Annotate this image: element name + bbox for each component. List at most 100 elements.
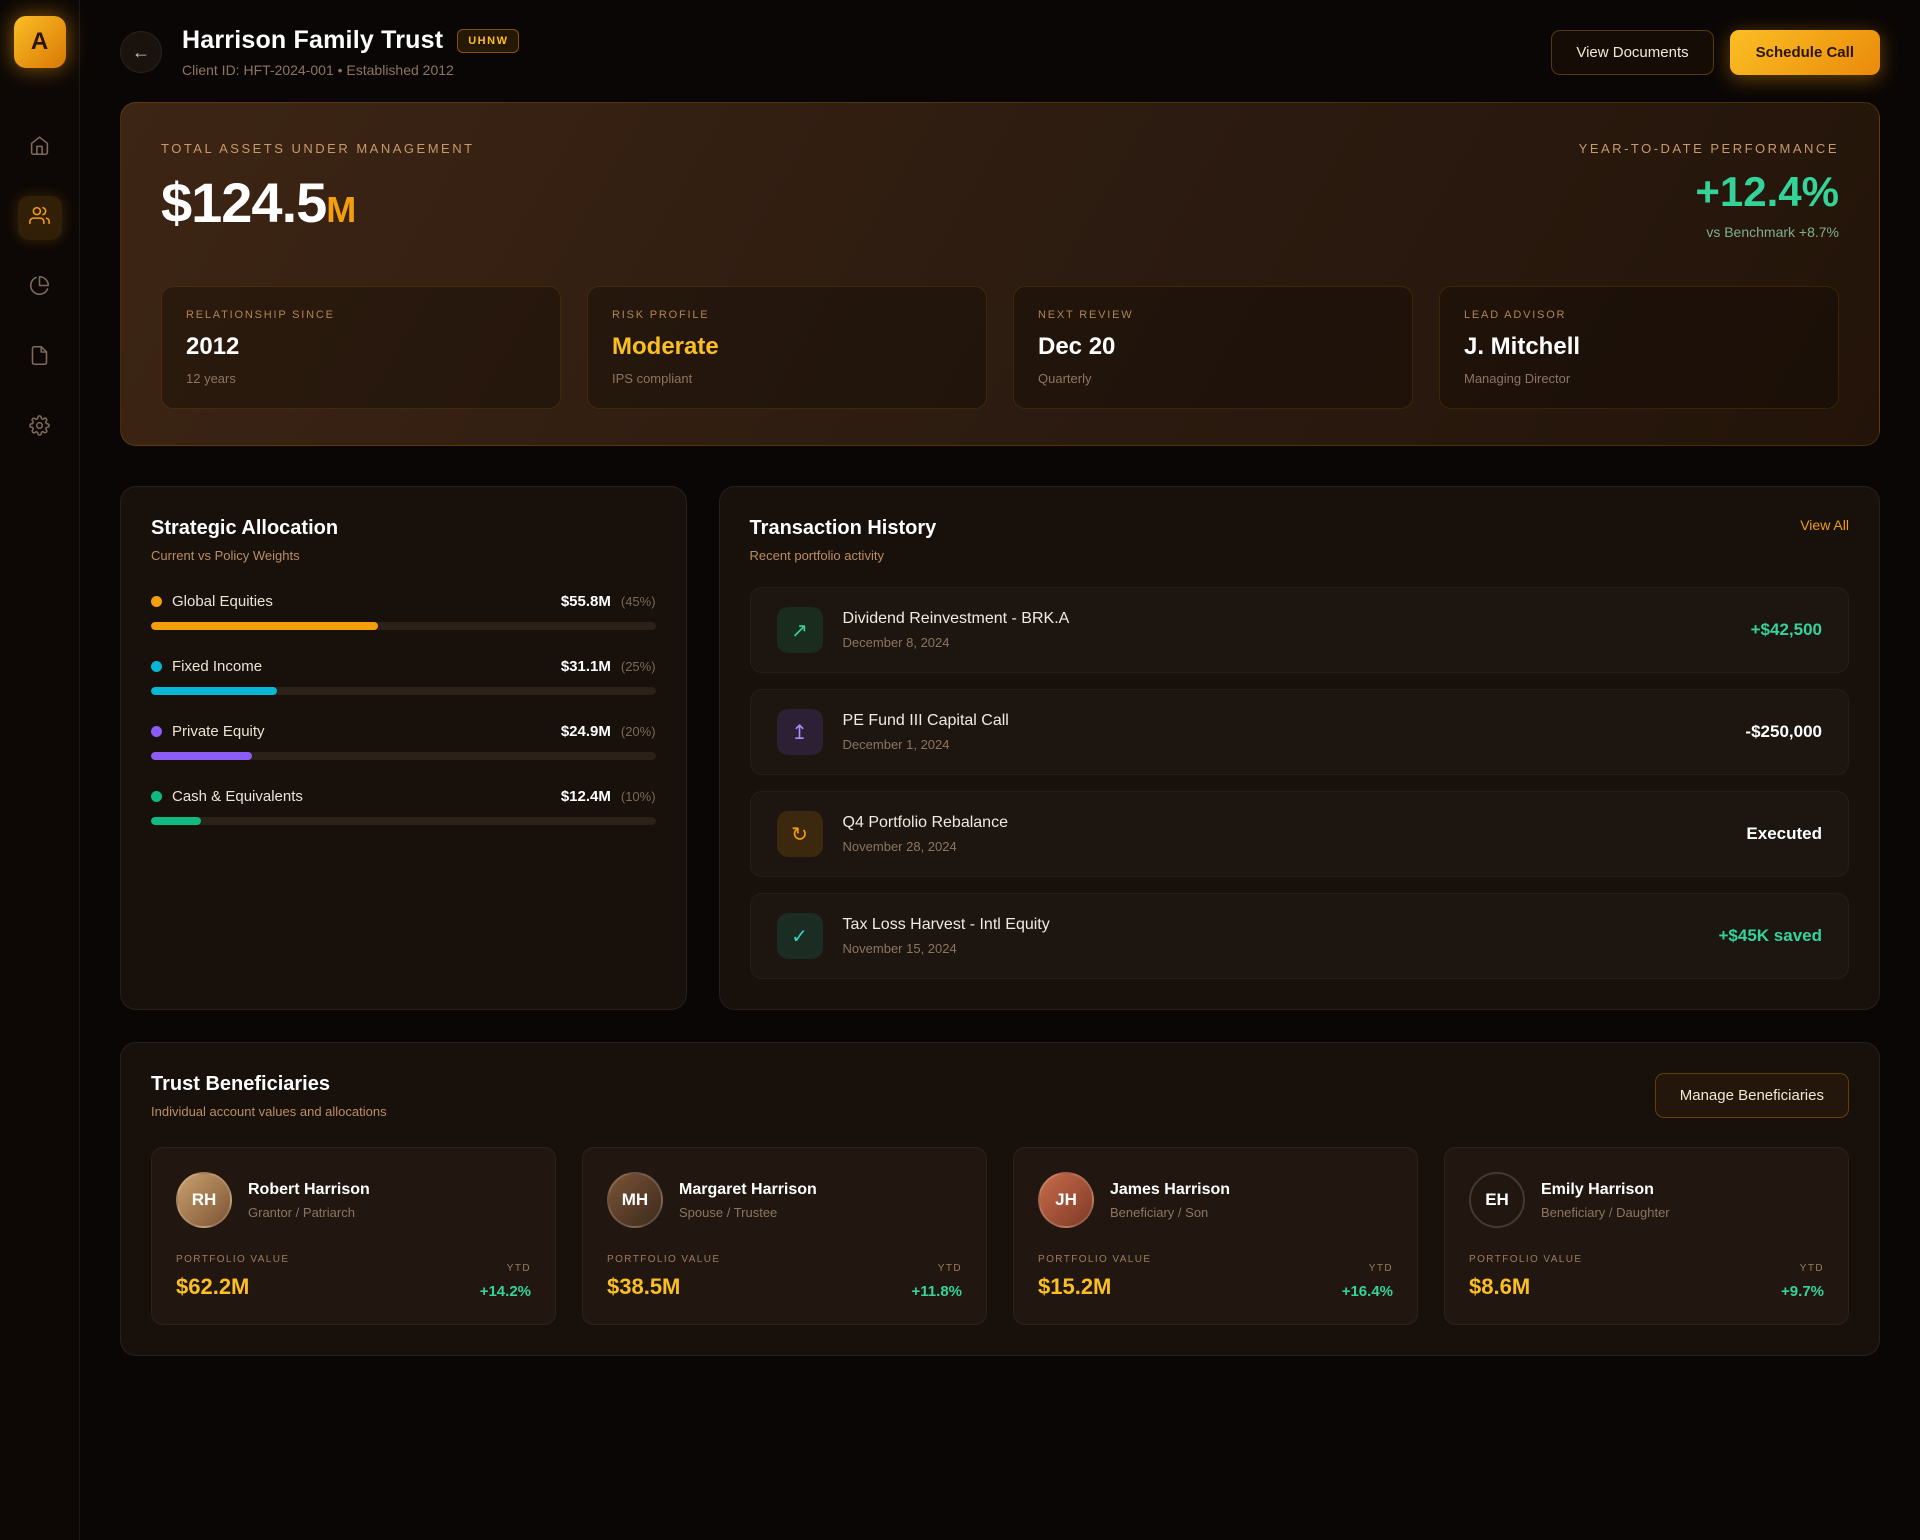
portfolio-value-label: PORTFOLIO VALUE — [1469, 1254, 1582, 1265]
avatar: JH — [1038, 1172, 1094, 1228]
stat-value: Dec 20 — [1038, 333, 1388, 361]
hero-stats: RELATIONSHIP SINCE 2012 12 years RISK PR… — [161, 286, 1839, 409]
transaction-row[interactable]: Q4 Portfolio Rebalance November 28, 2024… — [750, 791, 1849, 877]
allocation-value: $31.1M — [561, 658, 611, 675]
summary-hero-card: TOTAL ASSETS UNDER MANAGEMENT $124.5M YE… — [120, 102, 1880, 446]
schedule-call-button[interactable]: Schedule Call — [1730, 30, 1880, 75]
portfolio-value: $15.2M — [1038, 1274, 1151, 1300]
sidebar-item-portfolio[interactable] — [18, 266, 62, 310]
stat-card: LEAD ADVISOR J. Mitchell Managing Direct… — [1439, 286, 1839, 409]
allocation-color-dot — [151, 661, 162, 672]
beneficiary-card[interactable]: JH James Harrison Beneficiary / Son PORT… — [1013, 1147, 1418, 1325]
ytd-benchmark: vs Benchmark +8.7% — [1579, 224, 1839, 240]
sidebar-item-settings[interactable] — [18, 406, 62, 450]
stat-card: RISK PROFILE Moderate IPS compliant — [587, 286, 987, 409]
transaction-row[interactable]: Tax Loss Harvest - Intl Equity November … — [750, 893, 1849, 979]
allocation-value: $12.4M — [561, 788, 611, 805]
stat-sub: Managing Director — [1464, 371, 1814, 386]
back-button[interactable]: ← — [120, 31, 162, 73]
transaction-history-panel: Transaction History Recent portfolio act… — [719, 486, 1880, 1010]
view-all-link[interactable]: View All — [1800, 517, 1849, 533]
strategic-allocation-panel: Strategic Allocation Current vs Policy W… — [120, 486, 687, 1010]
allocation-value: $24.9M — [561, 723, 611, 740]
beneficiary-identity: Emily Harrison Beneficiary / Daughter — [1541, 1181, 1670, 1220]
beneficiary-card[interactable]: RH Robert Harrison Grantor / Patriarch P… — [151, 1147, 556, 1325]
stat-sub: 12 years — [186, 371, 536, 386]
app-logo[interactable]: A — [14, 16, 66, 68]
avatar: EH — [1469, 1172, 1525, 1228]
portfolio-value: $8.6M — [1469, 1274, 1582, 1300]
beneficiary-identity: James Harrison Beneficiary / Son — [1110, 1181, 1230, 1220]
allocation-percent: (10%) — [621, 789, 656, 804]
allocation-label: Global Equities — [172, 593, 551, 610]
ytd-block: YTD +14.2% — [480, 1263, 531, 1300]
transaction-title: Q4 Portfolio Rebalance — [843, 814, 1727, 832]
allocation-label: Private Equity — [172, 723, 551, 740]
page-header: ← Harrison Family Trust UHNW Client ID: … — [120, 0, 1880, 102]
ytd-value: +9.7% — [1781, 1283, 1824, 1300]
transaction-icon-box — [777, 709, 823, 755]
transaction-date: November 15, 2024 — [843, 941, 1699, 956]
aum-block: TOTAL ASSETS UNDER MANAGEMENT $124.5M — [161, 141, 475, 235]
allocation-list: Global Equities $55.8M (45%) — [151, 593, 656, 825]
beneficiaries-panel: Trust Beneficiaries Individual account v… — [120, 1042, 1880, 1356]
beneficiary-card[interactable]: EH Emily Harrison Beneficiary / Daughter… — [1444, 1147, 1849, 1325]
transaction-date: December 1, 2024 — [843, 737, 1726, 752]
portfolio-value-block: PORTFOLIO VALUE $62.2M — [176, 1254, 289, 1300]
transaction-date: November 28, 2024 — [843, 839, 1727, 854]
allocation-bar-track — [151, 752, 656, 760]
transaction-row[interactable]: PE Fund III Capital Call December 1, 202… — [750, 689, 1849, 775]
stat-sub: Quarterly — [1038, 371, 1388, 386]
middle-grid: Strategic Allocation Current vs Policy W… — [120, 486, 1880, 1010]
ytd-value: +16.4% — [1342, 1283, 1393, 1300]
page-title: Harrison Family Trust — [182, 26, 443, 55]
pie-chart-icon — [29, 275, 50, 301]
ytd-value: +14.2% — [480, 1283, 531, 1300]
portfolio-value: $38.5M — [607, 1274, 720, 1300]
allocation-percent: (25%) — [621, 659, 656, 674]
transaction-title: PE Fund III Capital Call — [843, 712, 1726, 730]
ytd-value: +11.8% — [912, 1283, 962, 1300]
aum-value: $124.5M — [161, 170, 475, 235]
ytd-label: YEAR-TO-DATE PERFORMANCE — [1579, 141, 1839, 156]
stat-label: NEXT REVIEW — [1038, 309, 1388, 321]
beneficiary-name: Margaret Harrison — [679, 1181, 817, 1199]
sidebar-item-home[interactable] — [18, 126, 62, 170]
allocation-subtitle: Current vs Policy Weights — [151, 548, 338, 563]
transactions-title: Transaction History — [750, 517, 937, 540]
transaction-title: Tax Loss Harvest - Intl Equity — [843, 916, 1699, 934]
ytd-label: YTD — [1342, 1263, 1393, 1274]
users-icon — [29, 205, 50, 231]
stat-sub: IPS compliant — [612, 371, 962, 386]
allocation-bar-fill — [151, 687, 277, 695]
rebalance-icon — [791, 822, 808, 847]
home-icon — [29, 135, 50, 161]
aum-label: TOTAL ASSETS UNDER MANAGEMENT — [161, 141, 475, 156]
beneficiary-name: James Harrison — [1110, 1181, 1230, 1199]
allocation-color-dot — [151, 791, 162, 802]
beneficiary-name: Robert Harrison — [248, 1181, 370, 1199]
transaction-row[interactable]: Dividend Reinvestment - BRK.A December 8… — [750, 587, 1849, 673]
header-actions: View Documents Schedule Call — [1551, 30, 1880, 75]
sidebar-item-documents[interactable] — [18, 336, 62, 380]
beneficiary-role: Spouse / Trustee — [679, 1205, 817, 1220]
allocation-label: Fixed Income — [172, 658, 551, 675]
stat-value: J. Mitchell — [1464, 333, 1814, 361]
beneficiary-card[interactable]: MH Margaret Harrison Spouse / Trustee PO… — [582, 1147, 987, 1325]
transaction-amount: +$42,500 — [1751, 620, 1822, 640]
transaction-info: Q4 Portfolio Rebalance November 28, 2024 — [843, 814, 1727, 854]
allocation-bar-fill — [151, 817, 201, 825]
ytd-block: YTD +9.7% — [1781, 1263, 1824, 1300]
stat-label: LEAD ADVISOR — [1464, 309, 1814, 321]
main-content: ← Harrison Family Trust UHNW Client ID: … — [80, 0, 1920, 1540]
ytd-block: YEAR-TO-DATE PERFORMANCE +12.4% vs Bench… — [1579, 141, 1839, 240]
stat-label: RISK PROFILE — [612, 309, 962, 321]
beneficiary-name: Emily Harrison — [1541, 1181, 1670, 1199]
manage-beneficiaries-button[interactable]: Manage Beneficiaries — [1655, 1073, 1849, 1118]
view-documents-button[interactable]: View Documents — [1551, 30, 1713, 75]
stat-card: RELATIONSHIP SINCE 2012 12 years — [161, 286, 561, 409]
transaction-date: December 8, 2024 — [843, 635, 1731, 650]
sidebar-item-clients[interactable] — [18, 196, 62, 240]
ytd-block: YTD +16.4% — [1342, 1263, 1393, 1300]
portfolio-value-block: PORTFOLIO VALUE $15.2M — [1038, 1254, 1151, 1300]
